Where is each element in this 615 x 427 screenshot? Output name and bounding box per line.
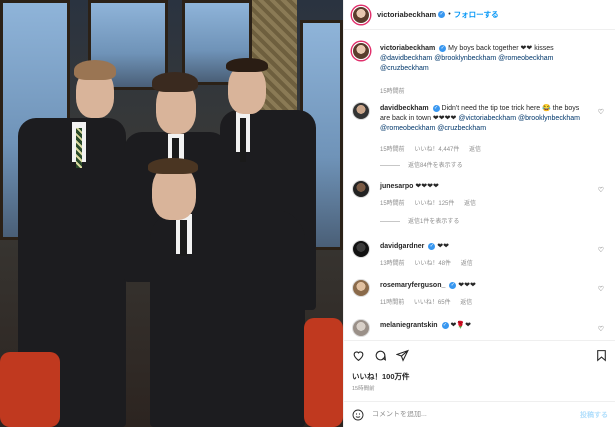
avatar[interactable]	[352, 240, 370, 258]
comment-text: ❤🌹❤	[450, 322, 471, 329]
caption-text: My boys back together ❤❤ kisses	[448, 45, 554, 52]
avatar[interactable]	[352, 319, 370, 337]
reply-button[interactable]: 返信	[460, 300, 472, 306]
tie	[76, 128, 82, 168]
comment-username[interactable]: davidbeckham	[380, 105, 429, 112]
emoji-icon[interactable]	[352, 409, 364, 421]
like-comment-icon[interactable]: ♡	[598, 186, 604, 194]
caption-mentions[interactable]: @davidbeckham @brooklynbeckham @romeobec…	[380, 55, 553, 72]
post-header: victoriabeckham ✓ • フォローする	[344, 0, 615, 30]
view-replies[interactable]: 返信1件を表示する	[380, 216, 459, 225]
comment-time: 15時間前	[380, 201, 405, 207]
person-suit	[150, 210, 305, 427]
like-comment-icon[interactable]: ♡	[598, 246, 604, 254]
comment: rosemaryferguson_ ✓ ❤❤❤ ♡ 11時間前 いいね！65件 …	[352, 279, 610, 309]
comment-time: 13時間前	[380, 261, 405, 267]
avatar[interactable]	[352, 5, 370, 24]
comment-username[interactable]: junesarpo	[380, 183, 413, 190]
comment-text: ❤❤❤	[458, 282, 476, 289]
verified-icon: ✓	[438, 11, 446, 18]
comment-likes[interactable]: いいね！65件	[414, 300, 451, 306]
verified-icon: ✓	[432, 104, 440, 112]
caption-username[interactable]: victoriabeckham	[380, 45, 435, 52]
avatar[interactable]	[352, 42, 370, 60]
post-author[interactable]: victoriabeckham	[377, 10, 436, 19]
reply-button[interactable]: 返信	[469, 147, 481, 153]
comment-list: victoriabeckham ✓ My boys back together …	[344, 36, 615, 339]
comment: davidgardner ✓ ❤❤ ♡ 13時間前 いいね！48件 返信	[352, 240, 610, 270]
like-comment-icon[interactable]: ♡	[598, 108, 604, 116]
heart-icon[interactable]	[352, 349, 365, 362]
like-comment-icon[interactable]: ♡	[598, 285, 604, 293]
comment: junesarpo ❤❤❤❤ ♡ 15時間前 いいね！125件 返信 返信1件を…	[352, 180, 610, 230]
post-photo[interactable]	[0, 0, 343, 427]
comment-text: ❤❤	[437, 243, 449, 250]
tie	[180, 220, 187, 256]
comment-likes[interactable]: いいね！125件	[414, 201, 454, 207]
verified-icon: ✓	[441, 321, 449, 329]
comment-username[interactable]: rosemaryferguson_	[380, 282, 445, 289]
person-hair	[226, 58, 268, 72]
tie	[240, 118, 246, 162]
add-comment-bar: 投稿する	[344, 401, 615, 427]
person-hair	[152, 72, 198, 92]
caption: victoriabeckham ✓ My boys back together …	[352, 42, 610, 95]
comment: davidbeckham ✓ Didn't need the tip toe t…	[352, 102, 610, 172]
comment-icon[interactable]	[374, 349, 387, 362]
comment: melaniegrantskin ✓ ❤🌹❤ ♡	[352, 319, 610, 339]
chair	[304, 318, 343, 427]
comment-text: ❤❤❤❤	[415, 183, 439, 190]
avatar[interactable]	[352, 279, 370, 297]
comment-time: 15時間前	[380, 147, 405, 153]
post-time: 15時間前	[352, 386, 375, 392]
verified-icon: ✓	[439, 44, 447, 52]
like-count[interactable]: いいね！100万件	[352, 371, 410, 382]
comment-input[interactable]	[372, 411, 562, 418]
like-comment-icon[interactable]: ♡	[598, 325, 604, 333]
reply-button[interactable]: 返信	[464, 201, 476, 207]
person-hair	[148, 158, 198, 174]
post-actions: いいね！100万件 15時間前	[344, 340, 615, 410]
bookmark-icon[interactable]	[595, 349, 608, 362]
avatar[interactable]	[352, 102, 370, 120]
post-button[interactable]: 投稿する	[580, 410, 608, 420]
caption-time: 15時間前	[380, 89, 405, 95]
share-icon[interactable]	[396, 349, 409, 362]
avatar[interactable]	[352, 180, 370, 198]
follow-button[interactable]: フォローする	[454, 9, 499, 20]
comment-username[interactable]: davidgardner	[380, 243, 424, 250]
comment-likes[interactable]: いいね！4,447件	[414, 147, 459, 153]
comment-likes[interactable]: いいね！48件	[414, 261, 451, 267]
person-hair	[74, 60, 116, 80]
verified-icon: ✓	[428, 242, 436, 250]
chair	[0, 352, 60, 427]
comment-username[interactable]: melaniegrantskin	[380, 322, 438, 329]
view-replies[interactable]: 返信84件を表示する	[380, 160, 463, 169]
verified-icon: ✓	[449, 281, 457, 289]
comments-panel: victoriabeckham ✓ • フォローする victoriabeckh…	[343, 0, 615, 427]
reply-button[interactable]: 返信	[461, 261, 473, 267]
comment-time: 11時間前	[380, 300, 405, 306]
